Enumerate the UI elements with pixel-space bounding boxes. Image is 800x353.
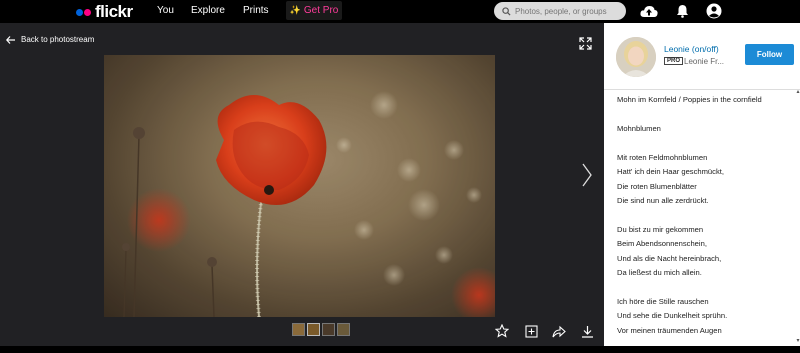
favorite-star-icon[interactable]: [494, 323, 510, 339]
thumbnail[interactable]: [292, 323, 305, 336]
panel-divider: [604, 89, 800, 90]
description-line: Hatt' ich dein Haar geschmückt,: [617, 167, 724, 177]
description-paragraph: Du bist zu mir gekommen Beim Abendsonnens…: [617, 223, 795, 281]
pro-badge: PRO: [664, 57, 684, 65]
description-paragraph: Mohnblumen: [617, 122, 795, 136]
account-avatar-icon[interactable]: [705, 3, 723, 19]
follow-button[interactable]: Follow: [745, 44, 794, 65]
thumbnail-current[interactable]: [307, 323, 320, 336]
main-photo[interactable]: [104, 55, 495, 317]
description-line: Vor meinen träumenden Augen: [617, 325, 722, 335]
description-scrollbar[interactable]: [796, 89, 800, 346]
owner-realname: Leonie Fr...: [684, 57, 725, 66]
photo-title: Mohn im Kornfeld / Poppies in the cornfi…: [617, 95, 762, 104]
description-paragraph: Ich höre die Stille rauschen Und sehe die…: [617, 295, 795, 338]
logo-dot-pink: [84, 8, 91, 16]
owner-username-link[interactable]: Leonie (on/off): [664, 44, 719, 54]
description-line: Und als die Nacht hereinbrach,: [617, 253, 722, 263]
nav-you[interactable]: You: [157, 5, 174, 16]
search-input[interactable]: [515, 6, 623, 16]
back-label: Back to photostream: [21, 35, 95, 44]
back-to-photostream-link[interactable]: Back to photostream: [6, 35, 94, 44]
description-line: Mit roten Feldmohnblumen: [617, 152, 708, 162]
next-photo-arrow-icon[interactable]: [582, 163, 592, 192]
add-to-gallery-icon[interactable]: [523, 323, 539, 339]
fullscreen-expand-icon[interactable]: [579, 37, 592, 55]
search-icon: [502, 6, 511, 16]
flickr-logo[interactable]: flickr: [76, 2, 133, 22]
description-line: Die sind nun alle zerdrückt.: [617, 196, 709, 206]
arrow-left-icon: [6, 35, 15, 44]
search-box[interactable]: [494, 2, 626, 20]
description-line: Ich höre die Stille rauschen: [617, 297, 709, 307]
poppy-photo-image: [104, 55, 495, 317]
nav-prints[interactable]: Prints: [243, 5, 269, 16]
nav-explore[interactable]: Explore: [191, 5, 225, 16]
top-navigation-bar: flickr You Explore Prints ✨ Get Pro: [0, 0, 800, 23]
logo-dot-blue: [76, 8, 83, 16]
get-pro-button[interactable]: ✨ Get Pro: [286, 1, 342, 20]
upload-cloud-icon[interactable]: [640, 3, 658, 19]
photo-viewer: Back to photostream: [0, 23, 604, 346]
share-arrow-icon[interactable]: [551, 323, 567, 339]
description-line: Mohnblumen: [617, 123, 661, 133]
description-line: Da ließest du mich allein.: [617, 268, 702, 278]
thumbnail[interactable]: [337, 323, 350, 336]
description-paragraph: Mit roten Feldmohnblumen Hatt' ich dein H…: [617, 151, 795, 209]
download-icon[interactable]: [579, 323, 595, 339]
get-pro-label: Get Pro: [303, 5, 339, 16]
sparkle-icon: ✨: [289, 5, 301, 15]
photo-description: Mohn im Kornfeld / Poppies in the cornfi…: [617, 93, 795, 353]
logo-text: flickr: [95, 2, 133, 21]
notifications-bell-icon[interactable]: [673, 3, 691, 19]
thumbnail-strip: [292, 323, 350, 336]
description-line: Und sehe die Dunkelheit sprühn.: [617, 311, 728, 321]
description-line: Du bist zu mir gekommen: [617, 224, 704, 234]
thumbnail[interactable]: [322, 323, 335, 336]
description-line: Die roten Blumenblätter: [617, 181, 697, 191]
description-line: Beim Abendsonnenschein,: [617, 239, 707, 249]
photo-info-panel: Leonie (on/off) PRO Leonie Fr... Follow …: [604, 23, 800, 346]
owner-avatar[interactable]: [616, 37, 656, 77]
